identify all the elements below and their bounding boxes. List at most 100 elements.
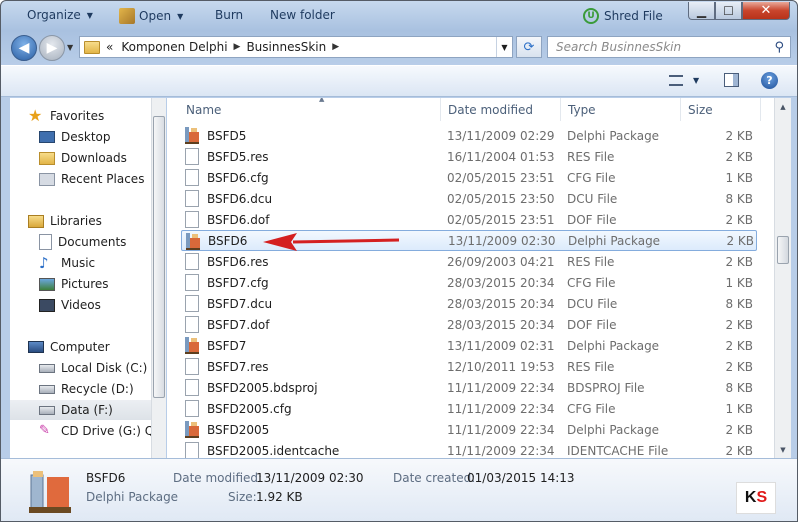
- file-date-modified: 11/11/2009 22:34: [447, 380, 555, 395]
- table-row[interactable]: BSFD2005.identcache 11/11/2009 22:34 IDENT…: [181, 440, 757, 458]
- document-icon: [185, 253, 199, 270]
- address-bar[interactable]: « Komponen Delphi ▶ BusinnesSkin ▶ ▼: [79, 36, 513, 58]
- table-row[interactable]: BSFD6.dof 02/05/2015 23:51 DOF File 2 KB: [181, 209, 757, 230]
- nav-data-drive[interactable]: Data (F:): [10, 400, 151, 420]
- document-icon: [185, 358, 199, 375]
- table-row[interactable]: BSFD6.cfg 02/05/2015 23:51 CFG File 1 KB: [181, 167, 757, 188]
- file-size: 1 KB: [725, 170, 753, 185]
- maximize-button[interactable]: ☐: [715, 2, 742, 20]
- table-row[interactable]: BSFD5 13/11/2009 02:29 Delphi Package 2 KB: [181, 125, 757, 146]
- search-input[interactable]: Search BusinnesSkin ⚲: [547, 36, 791, 58]
- table-row[interactable]: BSFD6.res 26/09/2003 04:21 RES File 2 KB: [181, 251, 757, 272]
- breadcrumb-separator-icon[interactable]: ▶: [332, 42, 339, 52]
- preview-pane-icon[interactable]: [724, 73, 739, 87]
- close-button[interactable]: ✕: [742, 2, 790, 20]
- nav-music[interactable]: ♪ Music: [39, 253, 151, 273]
- nav-label: CD Drive (G:) Qui: [61, 424, 151, 438]
- chevron-down-icon: ▼: [86, 10, 93, 20]
- file-date-modified: 11/11/2009 22:34: [447, 422, 555, 437]
- organize-button[interactable]: Organize ▼: [27, 8, 93, 22]
- file-list-scrollbar[interactable]: ▲ ▼: [774, 98, 791, 458]
- file-date-modified: 28/03/2015 20:34: [447, 275, 555, 290]
- breadcrumb-businnesskin[interactable]: BusinnesSkin: [246, 40, 326, 54]
- nav-label: Recent Places: [61, 172, 145, 186]
- nav-cd-drive[interactable]: ✎ CD Drive (G:) Qui: [39, 421, 151, 441]
- column-header-size[interactable]: Size: [681, 98, 761, 121]
- nav-libraries[interactable]: Libraries: [28, 211, 151, 231]
- file-date-modified: 02/05/2015 23:51: [447, 212, 555, 227]
- desktop-icon: [39, 131, 55, 143]
- nav-desktop[interactable]: Desktop: [39, 127, 151, 147]
- table-row[interactable]: BSFD5.res 16/11/2004 01:53 RES File 2 KB: [181, 146, 757, 167]
- open-button[interactable]: Open ▼: [119, 8, 183, 24]
- file-date-modified: 12/10/2011 19:53: [447, 359, 555, 374]
- documents-icon: [39, 234, 52, 250]
- column-label: Type: [568, 102, 596, 117]
- scrollbar-thumb[interactable]: [153, 116, 165, 398]
- nav-videos[interactable]: Videos: [39, 295, 151, 315]
- videos-icon: [39, 298, 55, 312]
- breadcrumb-separator-icon[interactable]: ▶: [234, 42, 241, 52]
- table-row[interactable]: BSFD2005.cfg 11/11/2009 22:34 CFG File 1 KB: [181, 398, 757, 419]
- file-size: 2 KB: [725, 254, 753, 269]
- table-row[interactable]: BSFD2005 11/11/2009 22:34 Delphi Package 2 …: [181, 419, 757, 440]
- breadcrumb-overflow[interactable]: «: [106, 40, 113, 54]
- table-row[interactable]: BSFD7.dof 28/03/2015 20:34 DOF File 2 KB: [181, 314, 757, 335]
- file-date-modified: 02/05/2015 23:51: [447, 170, 555, 185]
- file-date-modified: 26/09/2003 04:21: [447, 254, 555, 269]
- scrollbar-thumb[interactable]: [777, 236, 789, 264]
- view-options-dropdown[interactable]: ▼: [693, 76, 699, 85]
- help-icon[interactable]: ?: [761, 72, 778, 89]
- nav-recycle-drive[interactable]: Recycle (D:): [39, 379, 151, 399]
- document-icon: [185, 400, 199, 417]
- table-row[interactable]: BSFD7.dcu 28/03/2015 20:34 DCU File 8 KB: [181, 293, 757, 314]
- ks-watermark-logo: KS: [736, 482, 776, 514]
- column-header-type[interactable]: Type: [561, 98, 681, 121]
- nav-label: Pictures: [61, 277, 109, 291]
- file-name: BSFD7.cfg: [207, 275, 269, 290]
- minimize-icon: ▁: [696, 3, 707, 18]
- delphi-package-icon: [185, 337, 199, 354]
- shred-file-button[interactable]: U Shred File: [583, 8, 663, 24]
- address-dropdown-button[interactable]: ▼: [496, 37, 512, 57]
- column-header-name[interactable]: ▲ Name: [179, 98, 441, 121]
- table-row[interactable]: BSFD7 13/11/2009 02:31 Delphi Package 2 KB: [181, 335, 757, 356]
- minimize-button[interactable]: ▁: [688, 2, 715, 20]
- column-label: Date modified: [448, 102, 534, 117]
- navigation-scrollbar[interactable]: [151, 98, 166, 458]
- search-icon[interactable]: ⚲: [774, 40, 784, 55]
- nav-label: Libraries: [50, 214, 102, 228]
- refresh-button[interactable]: ⟳: [516, 36, 542, 58]
- burn-button[interactable]: Burn: [215, 8, 243, 22]
- explorer-window: ▁ ☐ ✕ ◀ ▶ ▼ « Komponen Delphi ▶ Businnes…: [0, 0, 798, 522]
- change-view-icon[interactable]: [669, 75, 683, 86]
- date-modified-value: 13/11/2009 02:30: [256, 471, 364, 485]
- breadcrumb-komponen-delphi[interactable]: Komponen Delphi: [121, 40, 227, 54]
- scroll-down-icon[interactable]: ▼: [775, 441, 791, 458]
- nav-local-disk[interactable]: Local Disk (C:): [39, 358, 151, 378]
- date-modified-label: Date modified:: [173, 471, 263, 485]
- nav-downloads[interactable]: Downloads: [39, 148, 151, 168]
- nav-recent-places[interactable]: Recent Places: [39, 169, 151, 189]
- delphi-open-icon: [119, 8, 135, 24]
- table-row[interactable]: BSFD2005.bdsproj 11/11/2009 22:34 BDSPROJ …: [181, 377, 757, 398]
- document-icon: [185, 442, 199, 458]
- forward-button[interactable]: ▶: [39, 35, 65, 61]
- nav-label: Local Disk (C:): [61, 361, 148, 375]
- column-header-date[interactable]: Date modified: [441, 98, 561, 121]
- recent-pages-dropdown[interactable]: ▼: [67, 43, 73, 52]
- nav-favorites[interactable]: ★ Favorites: [28, 106, 151, 126]
- table-row[interactable]: BSFD6.dcu 02/05/2015 23:50 DCU File 8 KB: [181, 188, 757, 209]
- nav-computer[interactable]: Computer: [28, 337, 151, 357]
- downloads-folder-icon: [39, 151, 55, 165]
- back-button[interactable]: ◀: [11, 35, 37, 61]
- nav-documents[interactable]: Documents: [39, 232, 151, 252]
- scroll-up-icon[interactable]: ▲: [775, 98, 791, 115]
- star-icon: ★: [28, 106, 43, 125]
- file-name: BSFD6.cfg: [207, 170, 269, 185]
- file-size: 2 KB: [725, 128, 753, 143]
- nav-pictures[interactable]: Pictures: [39, 274, 151, 294]
- table-row[interactable]: BSFD7.res 12/10/2011 19:53 RES File 2 KB: [181, 356, 757, 377]
- new-folder-button[interactable]: New folder: [270, 8, 335, 22]
- table-row[interactable]: BSFD7.cfg 28/03/2015 20:34 CFG File 1 KB: [181, 272, 757, 293]
